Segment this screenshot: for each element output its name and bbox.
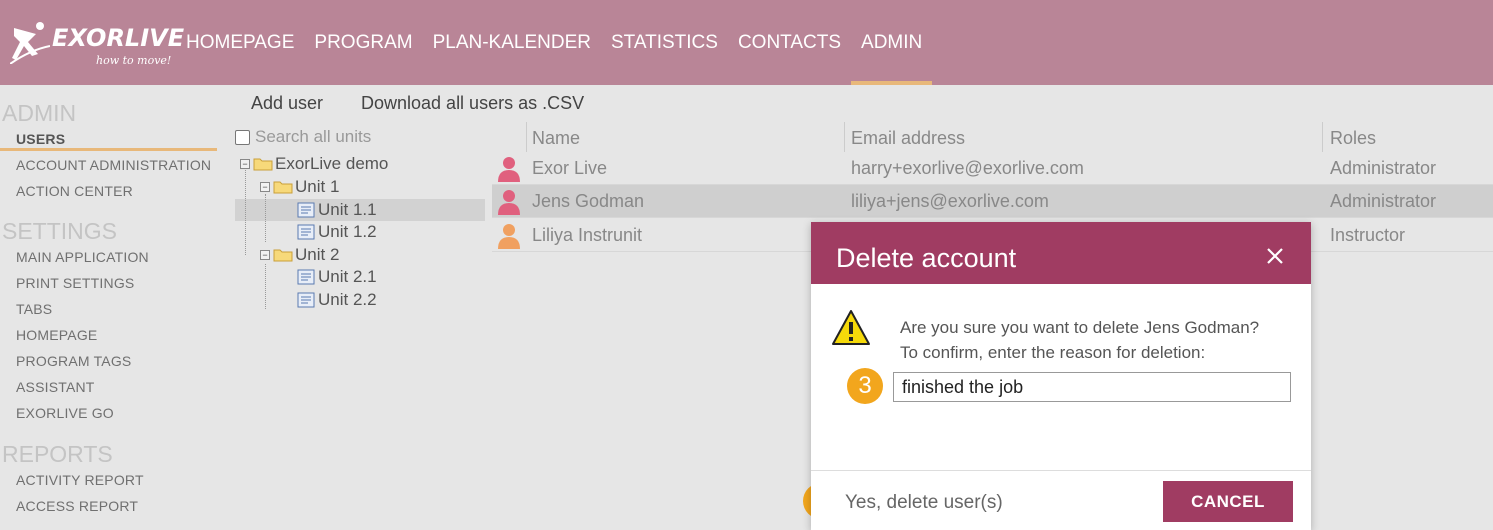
tree-label: Unit 2 — [295, 245, 340, 264]
sidebar-item-activity-report[interactable]: ACTIVITY REPORT — [16, 472, 144, 488]
column-header-name[interactable]: Name — [532, 128, 580, 149]
nav-homepage[interactable]: HOMEPAGE — [186, 0, 304, 85]
user-toolbar: Add user Download all users as .CSV — [235, 85, 1493, 122]
cell-name: Exor Live — [532, 158, 608, 178]
unit-icon — [297, 292, 315, 308]
folder-icon — [273, 249, 293, 262]
sidebar-item-exorlive-go[interactable]: EXORLIVE GO — [16, 405, 114, 421]
logo-text: EXORLIVE — [52, 24, 185, 52]
logo-tagline: how to move! — [96, 54, 172, 67]
tree-label: Unit 1.1 — [318, 200, 377, 219]
dialog-title: Delete account — [836, 243, 1017, 273]
tree-node-exorlive-demo[interactable]: − ExorLive demo — [240, 153, 388, 175]
exorlive-logo[interactable]: EXORLIVE how to move! — [10, 18, 184, 68]
search-all-units[interactable]: Search all units — [235, 127, 371, 147]
column-header-email[interactable]: Email address — [851, 128, 965, 149]
cell-email: liliya+jens@exorlive.com — [851, 191, 1049, 211]
delete-account-dialog: Delete account Are you sure you want to … — [811, 222, 1311, 530]
tree-label: Unit 2.1 — [318, 267, 377, 286]
cell-role: Administrator — [1330, 191, 1437, 211]
collapse-icon[interactable]: − — [260, 250, 270, 260]
logo-figure-icon — [10, 22, 50, 64]
user-avatar-icon — [498, 190, 520, 215]
section-title-reports: REPORTS — [2, 441, 113, 467]
nav-contacts[interactable]: CONTACTS — [728, 0, 851, 85]
unit-tree: Search all units − ExorLive demo − Unit … — [235, 122, 490, 530]
table-row[interactable]: Exor Live harry+exorlive@exorlive.com Ad… — [492, 152, 1493, 185]
folder-icon — [273, 181, 293, 194]
table-row[interactable]: Jens Godman liliya+jens@exorlive.com Adm… — [492, 185, 1493, 218]
tree-node-unit-1[interactable]: − Unit 1 — [260, 176, 339, 198]
unit-icon — [297, 269, 315, 285]
tree-label: Unit 2.2 — [318, 290, 377, 309]
deletion-reason-input[interactable] — [893, 372, 1291, 402]
sidebar-item-homepage[interactable]: HOMEPAGE — [16, 327, 97, 343]
sidebar-item-main-application[interactable]: MAIN APPLICATION — [16, 249, 149, 265]
sidebar-item-users[interactable]: USERS — [16, 131, 65, 147]
dialog-message-line2: To confirm, enter the reason for deletio… — [900, 343, 1206, 362]
unit-icon — [297, 224, 315, 240]
nav-program[interactable]: PROGRAM — [304, 0, 422, 85]
search-all-units-label: Search all units — [255, 127, 372, 146]
sidebar-item-account-administration[interactable]: ACCOUNT ADMINISTRATION — [16, 157, 211, 173]
tree-label: Unit 1 — [295, 177, 340, 196]
main-nav: HOMEPAGE PROGRAM PLAN-KALENDER STATISTIC… — [186, 0, 933, 85]
sidebar-item-assistant[interactable]: ASSISTANT — [16, 379, 95, 395]
cell-name: Liliya Instrunit — [532, 225, 643, 245]
search-all-units-checkbox[interactable] — [235, 129, 250, 145]
user-avatar-icon — [498, 224, 520, 249]
section-title-settings: SETTINGS — [2, 218, 118, 244]
cell-role: Administrator — [1330, 158, 1437, 178]
sidebar-item-tabs[interactable]: TABS — [16, 301, 52, 317]
close-icon[interactable] — [1263, 244, 1287, 268]
active-item-underline — [0, 148, 217, 151]
tree-node-unit-2-1[interactable]: Unit 2.1 — [297, 266, 377, 288]
cell-role: Instructor — [1330, 225, 1406, 245]
collapse-icon[interactable]: − — [260, 182, 270, 192]
tree-node-unit-1-2[interactable]: Unit 1.2 — [297, 221, 377, 243]
nav-admin[interactable]: ADMIN — [851, 0, 933, 85]
confirm-delete-link[interactable]: Yes, delete user(s) — [845, 492, 1003, 514]
sidebar-item-print-settings[interactable]: PRINT SETTINGS — [16, 275, 134, 291]
sidebar-item-program-tags[interactable]: PROGRAM TAGS — [16, 353, 131, 369]
column-header-roles[interactable]: Roles — [1330, 128, 1376, 149]
cell-email: harry+exorlive@exorlive.com — [851, 158, 1084, 178]
collapse-icon[interactable]: − — [240, 159, 250, 169]
cancel-button[interactable]: CANCEL — [1163, 481, 1293, 522]
nav-statistics[interactable]: STATISTICS — [601, 0, 728, 85]
dialog-footer-divider — [811, 470, 1311, 471]
unit-icon — [297, 202, 315, 218]
top-header: EXORLIVE how to move! HOMEPAGE PROGRAM P… — [0, 0, 1493, 85]
nav-plan-kalender[interactable]: PLAN-KALENDER — [423, 0, 601, 85]
section-title-admin: ADMIN — [2, 100, 77, 126]
user-avatar-icon — [498, 157, 520, 182]
dialog-header: Delete account — [811, 222, 1311, 284]
tree-node-unit-2-2[interactable]: Unit 2.2 — [297, 289, 377, 311]
tree-node-unit-1-1[interactable]: Unit 1.1 — [297, 199, 377, 221]
add-user-button[interactable]: Add user — [251, 93, 323, 114]
admin-sidebar: ADMIN USERS ACCOUNT ADMINISTRATION ACTIO… — [0, 85, 225, 530]
tree-node-unit-2[interactable]: − Unit 2 — [260, 244, 339, 266]
step-badge-3: 3 — [847, 368, 883, 404]
cell-name: Jens Godman — [532, 191, 645, 211]
sidebar-item-action-center[interactable]: ACTION CENTER — [16, 183, 133, 199]
folder-icon — [253, 158, 273, 171]
sidebar-item-access-report[interactable]: ACCESS REPORT — [16, 498, 138, 514]
download-csv-button[interactable]: Download all users as .CSV — [361, 93, 584, 114]
tree-label: ExorLive demo — [275, 154, 389, 173]
tree-label: Unit 1.2 — [318, 222, 377, 241]
dialog-message-line1: Are you sure you want to delete Jens God… — [900, 318, 1260, 337]
warning-icon — [832, 310, 870, 345]
